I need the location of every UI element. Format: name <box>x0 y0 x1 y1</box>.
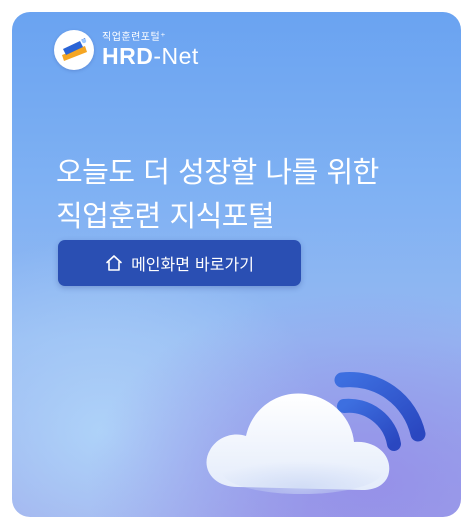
hrd-net-logo-icon <box>54 30 94 70</box>
headline-line1: 오늘도 더 성장할 나를 위한 <box>56 155 379 189</box>
headline: 오늘도 더 성장할 나를 위한 직업훈련 지식포털 <box>56 150 379 238</box>
logo-brand-rest: -Net <box>153 42 199 69</box>
go-to-main-label: 메인화면 바로가기 <box>131 255 254 274</box>
hrd-net-banner: 직업훈련포털⁺ HRD-Net 오늘도 더 성장할 나를 위한 직업훈련 지식포… <box>12 12 461 517</box>
logo[interactable]: 직업훈련포털⁺ HRD-Net <box>54 30 199 70</box>
logo-brand-bold: HRD <box>102 42 154 69</box>
go-to-main-button[interactable]: 메인화면 바로가기 <box>58 240 301 286</box>
cloud-wifi-icon <box>206 372 426 494</box>
logo-sub-label: 직업훈련포털⁺ <box>102 31 166 43</box>
logo-brand: HRD-Net <box>102 42 199 69</box>
headline-line2: 직업훈련 지식포털 <box>56 199 275 233</box>
home-icon <box>105 254 123 272</box>
